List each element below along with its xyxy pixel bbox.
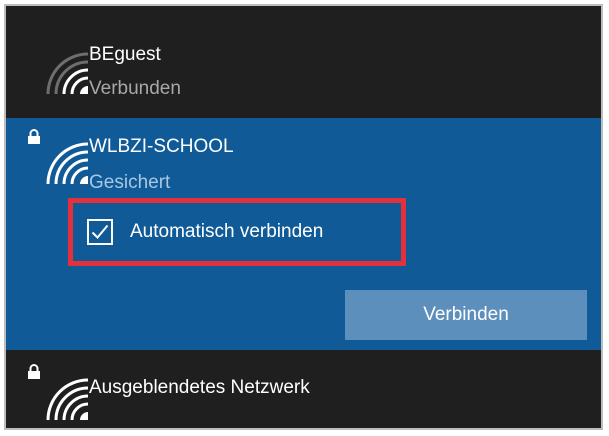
network-item-hidden-network[interactable]: Ausgeblendetes Netzwerk: [6, 350, 601, 428]
lock-icon: [27, 129, 41, 145]
auto-connect-checkbox[interactable]: [87, 219, 113, 245]
network-item-wlbzi-school[interactable]: WLBZI-SCHOOL Gesichert Automatisch verbi…: [6, 118, 601, 350]
wifi-icon: [46, 378, 90, 422]
network-item-beguest[interactable]: BEguest Verbunden: [6, 6, 601, 118]
checkmark-icon: [91, 224, 109, 239]
auto-connect-label[interactable]: Automatisch verbinden: [130, 221, 323, 243]
network-status: Gesichert: [89, 172, 171, 193]
lock-icon: [27, 364, 41, 380]
wifi-icon: [46, 52, 90, 96]
network-ssid: WLBZI-SCHOOL: [89, 136, 234, 157]
connect-button[interactable]: Verbinden: [345, 290, 587, 340]
wifi-icon: [46, 142, 90, 186]
network-ssid: BEguest: [89, 44, 161, 65]
network-ssid: Ausgeblendetes Netzwerk: [89, 377, 310, 398]
wifi-network-list: BEguest Verbunden WLBZI-SCHOOL Gesichert: [4, 4, 603, 430]
network-status: Verbunden: [89, 78, 181, 99]
auto-connect-option[interactable]: Automatisch verbinden: [68, 198, 406, 266]
